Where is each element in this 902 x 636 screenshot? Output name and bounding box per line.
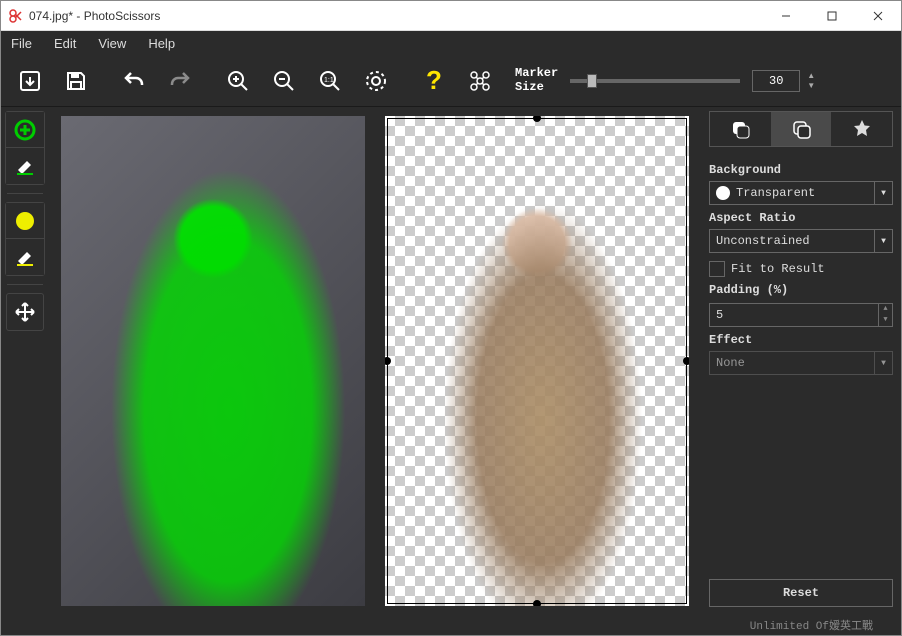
- window-title: 074.jpg* - PhotoScissors: [29, 9, 763, 23]
- marker-size-input[interactable]: 30: [752, 70, 800, 92]
- chevron-down-icon: ▼: [874, 230, 892, 252]
- zoom-actual-button[interactable]: 1:1: [309, 60, 351, 102]
- crop-handle-bottom[interactable]: [533, 600, 541, 606]
- foreground-tab-icon: [730, 119, 750, 139]
- chevron-down-icon: ▼: [874, 352, 892, 374]
- help-icon: ?: [426, 65, 442, 96]
- background-value: Transparent: [736, 186, 815, 200]
- status-text: Unlimited Of嫒英工戰: [750, 617, 873, 633]
- open-button[interactable]: [9, 60, 51, 102]
- marker-size-label: Marker Size: [515, 67, 558, 93]
- reset-label: Reset: [783, 586, 819, 600]
- help-button[interactable]: ?: [413, 60, 455, 102]
- crop-handle-right[interactable]: [683, 357, 689, 365]
- zoom-out-button[interactable]: [263, 60, 305, 102]
- padding-value: 5: [716, 308, 723, 322]
- background-eraser-tool[interactable]: [6, 239, 44, 275]
- result-image: [385, 116, 689, 606]
- zoom-in-button[interactable]: [217, 60, 259, 102]
- save-button[interactable]: [55, 60, 97, 102]
- tab-background[interactable]: [771, 112, 832, 146]
- titlebar: 074.jpg* - PhotoScissors: [1, 1, 901, 31]
- padding-input[interactable]: 5 ▲▼: [709, 303, 893, 327]
- chevron-down-icon: ▼: [874, 182, 892, 204]
- svg-text:1:1: 1:1: [324, 77, 334, 84]
- undo-button[interactable]: [113, 60, 155, 102]
- left-toolbox: [1, 107, 49, 615]
- tab-favorite[interactable]: [831, 112, 892, 146]
- toolbar: 1:1 ? Marker Size 30 ▲▼: [1, 55, 901, 107]
- foreground-marker-tool[interactable]: [6, 112, 44, 148]
- source-pane[interactable]: [53, 111, 373, 611]
- menubar: File Edit View Help: [1, 31, 901, 55]
- canvas-area: [49, 107, 701, 615]
- properties-panel: Background Transparent ▼ Aspect Ratio Un…: [701, 107, 901, 615]
- menu-view[interactable]: View: [98, 36, 126, 51]
- aspect-select[interactable]: Unconstrained ▼: [709, 229, 893, 253]
- background-select[interactable]: Transparent ▼: [709, 181, 893, 205]
- background-label: Background: [709, 163, 893, 177]
- source-image: [61, 116, 365, 606]
- app-window: 074.jpg* - PhotoScissors File Edit View …: [0, 0, 902, 636]
- move-tool[interactable]: [6, 293, 44, 331]
- close-button[interactable]: [855, 1, 901, 31]
- menu-edit[interactable]: Edit: [54, 36, 76, 51]
- background-marker-tool[interactable]: [6, 203, 44, 239]
- zoom-fit-button[interactable]: [355, 60, 397, 102]
- fit-to-result-checkbox[interactable]: [709, 261, 725, 277]
- reset-button[interactable]: Reset: [709, 579, 893, 607]
- minimize-button[interactable]: [763, 1, 809, 31]
- marker-size-slider[interactable]: [570, 79, 740, 83]
- transparent-icon: [716, 186, 730, 200]
- result-pane[interactable]: [377, 111, 697, 611]
- fit-to-result-label: Fit to Result: [731, 262, 825, 276]
- tab-foreground[interactable]: [710, 112, 771, 146]
- aspect-value: Unconstrained: [716, 234, 810, 248]
- star-icon: [852, 119, 872, 139]
- effect-value: None: [716, 356, 745, 370]
- marker-size-spinner[interactable]: ▲▼: [806, 71, 816, 91]
- aspect-label: Aspect Ratio: [709, 211, 893, 225]
- panel-tabs: [709, 111, 893, 147]
- padding-spinner[interactable]: ▲▼: [878, 304, 892, 326]
- padding-label: Padding (%): [709, 283, 893, 297]
- app-icon: [7, 8, 23, 24]
- foreground-eraser-tool[interactable]: [6, 148, 44, 184]
- wand-button[interactable]: [459, 60, 501, 102]
- statusbar: Unlimited Of嫒英工戰: [1, 615, 901, 635]
- redo-button[interactable]: [159, 60, 201, 102]
- background-tab-icon: [791, 119, 811, 139]
- maximize-button[interactable]: [809, 1, 855, 31]
- effect-select[interactable]: None ▼: [709, 351, 893, 375]
- effect-label: Effect: [709, 333, 893, 347]
- slider-thumb[interactable]: [587, 74, 597, 88]
- menu-help[interactable]: Help: [148, 36, 175, 51]
- menu-file[interactable]: File: [11, 36, 32, 51]
